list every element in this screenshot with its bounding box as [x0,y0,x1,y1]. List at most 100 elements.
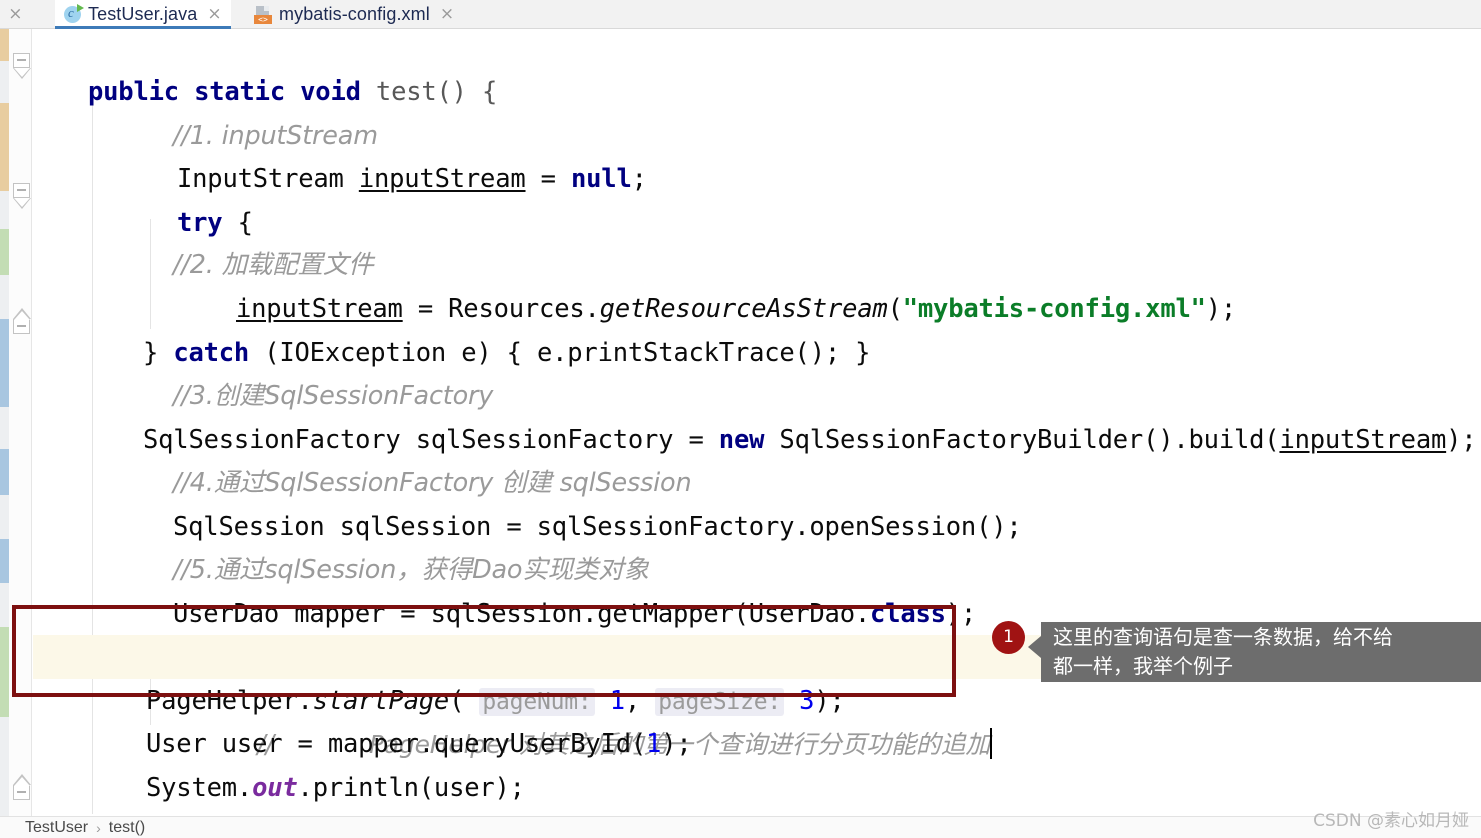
token-static-field: out [252,773,298,803]
vcs-marker-segment [0,319,9,407]
indent-guide [150,219,151,329]
code-line: //4.通过SqlSessionFactory 创建 sqlSession [173,461,692,505]
vcs-marker-segment [0,61,9,103]
token-keyword: new [718,425,765,455]
token-expr: .println(user); [297,773,525,803]
csdn-watermark: CSDN @素心如月娅 [1313,811,1469,831]
vcs-marker-strip[interactable] [0,29,9,816]
token-expr: = Resources. [402,294,600,324]
text-caret [990,728,993,759]
token-expr: SqlSessionFactoryBuilder().build( [764,425,1280,455]
token-expr: UserDao mapper = sqlSession.getMapper(Us… [173,599,871,629]
token-punct: ); [1446,425,1477,455]
code-line: System.out.println(user); [146,766,525,810]
code-fold-up-icon[interactable] [12,773,31,800]
token-expr: SqlSessionFactory sqlSessionFactory = [143,425,719,455]
code-line: public static void test() { [88,70,497,114]
code-line: inputStream = Resources.getResourceAsStr… [236,287,1236,331]
xml-file-icon: <> [254,5,272,24]
tooltip-line-1: 这里的查询语句是查一条数据，给不给 [1053,625,1393,649]
code-line: try { [177,201,253,245]
editor-tab-bar: ml × TestUser.java × <> mybatis-config.x… [0,0,1481,29]
vcs-marker-segment [0,229,9,275]
token-punct: ); [1205,294,1237,324]
code-line: } [88,809,103,816]
token-method-call: getResourceAsStream [599,294,888,324]
code-fold-up-icon[interactable] [12,307,31,334]
token-operator: = [525,164,571,194]
token-expr: User user = mapper.queryUserById( [146,729,647,759]
java-class-icon [64,4,84,23]
annotation-badge: 1 [992,621,1025,654]
fold-minus-icon [17,791,26,793]
token-keyword: public [88,77,179,107]
tooltip-tail-icon [1028,636,1041,658]
token-punct: ); [814,686,845,716]
token-keyword: try [177,208,223,238]
param-hint-pagesize: pageSize: [655,688,785,716]
token-keyword: null [570,164,632,194]
tab-mybatis-config-xml[interactable]: <> mybatis-config.xml × [245,0,463,29]
code-fold-down-icon[interactable] [12,53,31,79]
fold-minus-icon [17,59,26,61]
token-number: 3 [799,686,815,716]
token-punct: ); [945,599,977,629]
vcs-marker-segment [0,407,9,449]
fold-minus-icon [17,325,26,327]
tab-label: mybatis-config.xml [279,4,430,24]
code-line: PageHelper.startPage( pageNum: 1, pageSi… [146,679,845,723]
tooltip-line-2: 都一样，我举个例子 [1053,654,1233,678]
token-comment: //5.通过sqlSession，获得Dao实现类对象 [173,555,649,585]
token-variable: inputStream [1279,425,1447,455]
token-keyword: void [300,77,361,107]
annotation-tooltip: 这里的查询语句是查一条数据，给不给 都一样，我举个例子 [1028,622,1481,682]
close-icon[interactable]: × [207,6,221,23]
token-variable: inputStream [236,294,403,324]
code-line: User user = mapper.queryUserById(1); [146,722,692,766]
tab-xml-partial[interactable]: ml × [0,0,31,29]
breadcrumb-class[interactable]: TestUser [25,819,88,837]
token-comment: //4.通过SqlSessionFactory 创建 sqlSession [173,468,692,498]
token-method-call: startPage [312,686,450,716]
code-line: //2. 加载配置文件 [173,243,374,287]
breadcrumb[interactable]: TestUser › test() [0,816,1481,838]
token-number: 1 [646,729,662,759]
token-punct: ( [887,294,903,324]
token-punct: , [624,686,656,716]
vcs-marker-segment [0,29,9,61]
code-line: //1. inputStream [173,114,378,158]
code-line: UserDao mapper = sqlSession.getMapper(Us… [173,592,976,636]
token-number: 1 [609,686,625,716]
chevron-right-icon: › [96,819,101,836]
tab-label: TestUser.java [88,4,198,24]
code-line: SqlSession sqlSession = sqlSessionFactor… [173,505,1022,549]
close-icon[interactable]: × [440,6,454,23]
token-punct: ); [661,729,692,759]
token-string: "mybatis-config.xml" [902,294,1206,324]
code-fold-down-icon[interactable] [12,183,31,209]
tab-testuser-java[interactable]: TestUser.java × [55,0,231,29]
vcs-marker-segment [0,583,9,627]
token-punct: { [222,208,253,238]
code-line: SqlSessionFactory sqlSessionFactory = ne… [143,418,1477,462]
editor-gutter[interactable] [9,29,32,816]
vcs-marker-segment [0,627,9,717]
breadcrumb-method[interactable]: test() [109,819,145,837]
token-comment: //2. 加载配置文件 [173,250,374,280]
token-keyword: catch [173,338,250,368]
code-editor[interactable]: public static void test() { //1. inputSt… [33,29,1481,816]
token-comment: //1. inputStream [173,121,378,151]
token-expr: PageHelper. [146,686,313,716]
code-line: InputStream inputStream = null; [177,157,647,201]
code-line: //5.通过sqlSession，获得Dao实现类对象 [173,548,649,592]
vcs-marker-segment [0,495,9,539]
vcs-marker-segment [0,103,9,191]
token-method-name: test() { [375,77,498,107]
fold-minus-icon [17,189,26,191]
token-punct: } [143,338,174,368]
close-icon[interactable]: × [8,6,22,23]
token-punct: ; [631,164,647,194]
vcs-marker-segment [0,717,9,816]
vcs-marker-segment [0,449,9,495]
token-keyword: static [194,77,285,107]
